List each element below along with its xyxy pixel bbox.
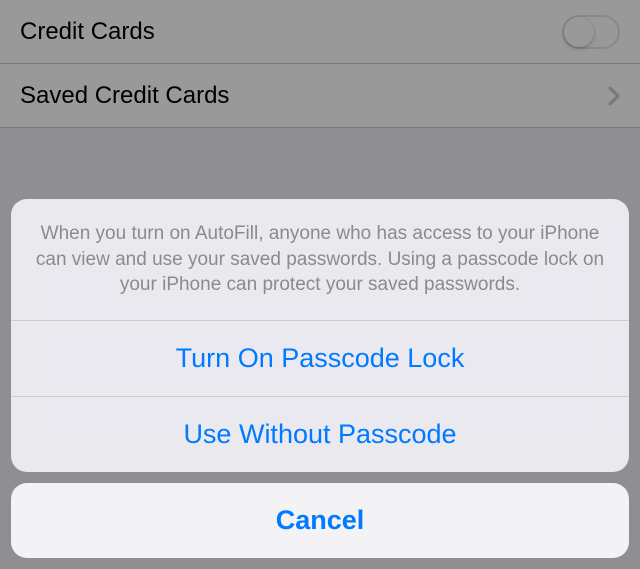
cancel-button[interactable]: Cancel [11, 483, 629, 558]
turn-on-passcode-button[interactable]: Turn On Passcode Lock [11, 321, 629, 397]
use-without-passcode-button[interactable]: Use Without Passcode [11, 397, 629, 472]
cancel-sheet: Cancel [11, 483, 629, 558]
action-sheet-body: When you turn on AutoFill, anyone who ha… [11, 199, 629, 472]
action-sheet: When you turn on AutoFill, anyone who ha… [11, 199, 629, 558]
action-sheet-message: When you turn on AutoFill, anyone who ha… [11, 199, 629, 321]
